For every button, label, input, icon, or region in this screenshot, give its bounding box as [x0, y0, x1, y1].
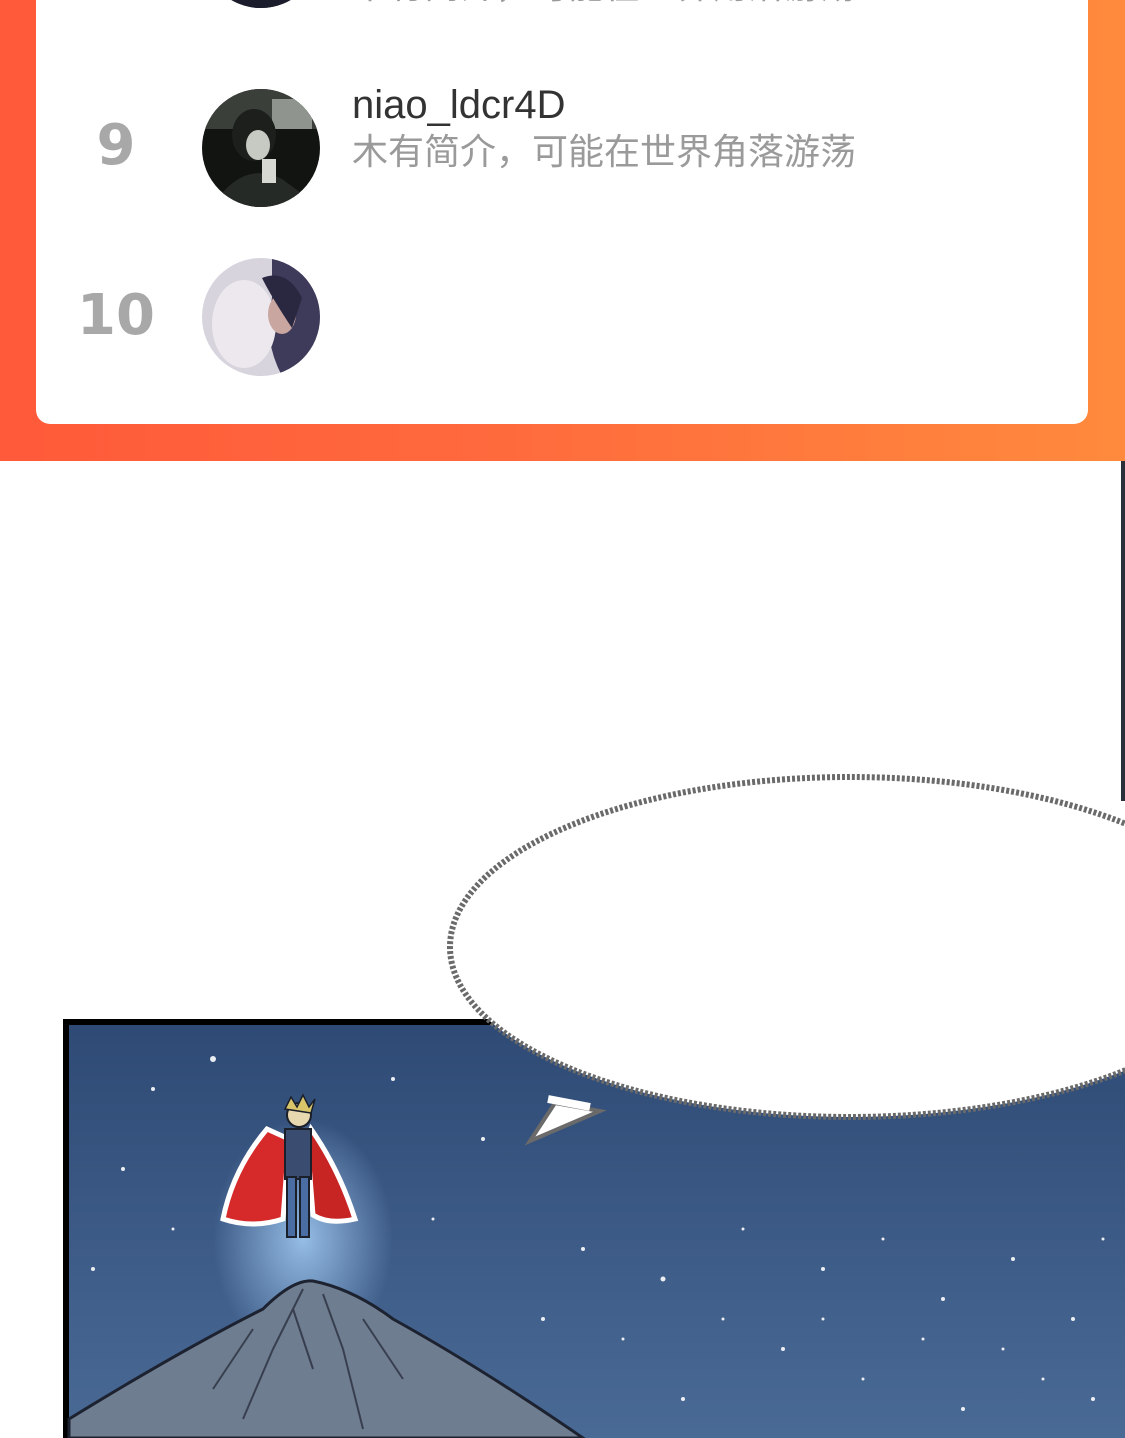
rank-number: 9: [96, 113, 136, 178]
adjacent-panel-edge: [1121, 461, 1125, 801]
avatar[interactable]: [202, 0, 320, 8]
rank-number: 10: [77, 283, 155, 348]
user-name[interactable]: niao_ldcr4D: [352, 82, 565, 128]
avatar[interactable]: [202, 89, 320, 207]
comic-page: [0, 461, 1125, 1438]
fan-ranking-card: 木有简介，可能在世界角落游荡 9 niao_ldcr4D 木有简介，可能在世界角…: [36, 0, 1088, 424]
user-bio: 木有简介，可能在世界角落游荡: [352, 0, 856, 8]
fan-ranking-banner: 木有简介，可能在世界角落游荡 9 niao_ldcr4D 木有简介，可能在世界角…: [0, 0, 1125, 461]
ranking-row-10[interactable]: 10: [36, 254, 1088, 414]
speech-bubble: [447, 774, 1125, 1146]
avatar[interactable]: [202, 258, 320, 376]
user-bio: 木有简介，可能在世界角落游荡: [352, 132, 857, 173]
ranking-row-8[interactable]: 木有简介，可能在世界角落游荡: [36, 0, 1088, 78]
ranking-row-9[interactable]: 9 niao_ldcr4D 木有简介，可能在世界角落游荡: [36, 74, 1088, 234]
